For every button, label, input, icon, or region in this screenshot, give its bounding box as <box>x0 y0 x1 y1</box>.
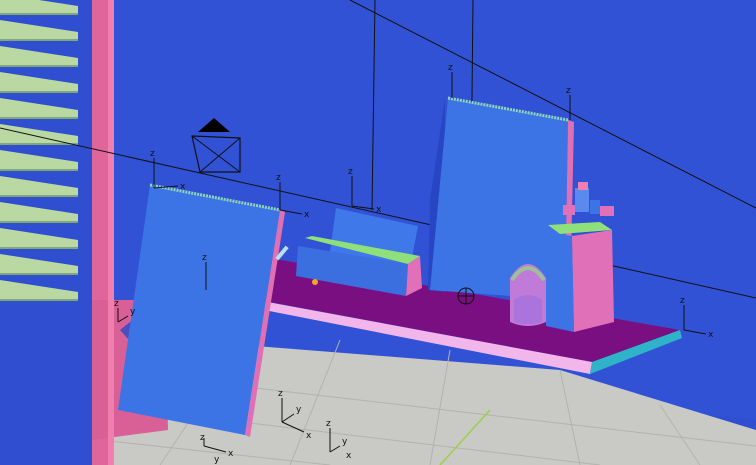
gizmo-floor-1-z: z <box>278 389 283 399</box>
gizmo-bottom-left-z: z <box>114 299 119 309</box>
gizmo-box-x: x <box>376 205 382 215</box>
gizmo-floor-1-y: y <box>296 405 302 415</box>
gizmo-right-top-z: z <box>566 86 571 96</box>
gizmo-floor-3-x: x <box>346 451 352 461</box>
gizmo-floor-2-y: y <box>214 455 220 465</box>
gizmo-wall-left-z: z <box>202 253 207 263</box>
pillar-edge <box>108 0 114 465</box>
orange-marker[interactable] <box>312 279 318 285</box>
gizmo-shelf-right-z: z <box>680 296 685 306</box>
gizmo-shelf-left-x: x <box>304 210 310 220</box>
gizmo-bottom-left-y: y <box>130 307 136 317</box>
gizmo-box-z: z <box>348 167 353 177</box>
gizmo-panel-right-z: z <box>448 63 453 73</box>
gizmo-shelf-left-z: z <box>276 173 281 183</box>
gizmo-shelf-right-x: x <box>708 330 714 340</box>
scene-canvas[interactable]: z x z x z x z z z x z x y z x y z x y z … <box>0 0 756 465</box>
window-shutter <box>0 0 92 320</box>
tall-box-side <box>572 230 614 332</box>
gizmo-floor-2-x: x <box>228 449 234 459</box>
tall-box-front <box>546 232 574 332</box>
gizmo-floor-1-x: x <box>306 431 312 441</box>
dome-object <box>510 264 546 326</box>
gizmo-panel-left-x: x <box>180 182 186 192</box>
gizmo-floor-2-z: z <box>200 433 205 443</box>
gizmo-panel-left-z: z <box>150 149 155 159</box>
shelf-center-gizmo <box>457 287 475 305</box>
3d-viewport[interactable]: z x z x z x z z z x z x y z x y z x y z … <box>0 0 756 465</box>
gizmo-floor-3-z: z <box>326 419 331 429</box>
gizmo-floor-3-y: y <box>342 437 348 447</box>
